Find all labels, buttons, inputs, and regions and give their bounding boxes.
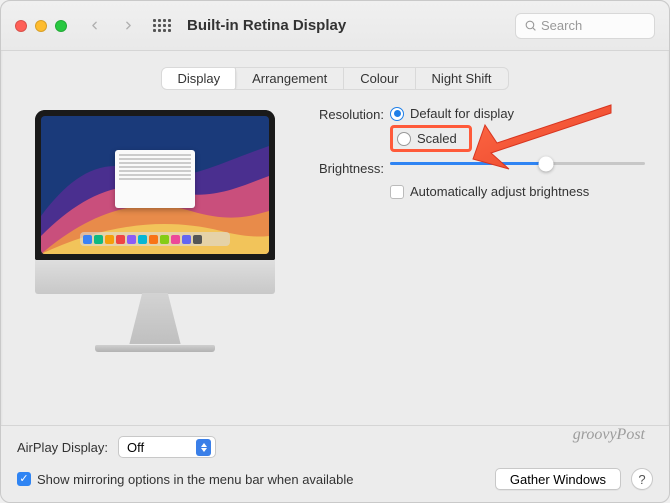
annotation-highlight: Scaled xyxy=(390,125,472,152)
settings-panel: Resolution: Default for display Scaled xyxy=(305,104,645,425)
radio-selected-icon xyxy=(390,107,404,121)
show-all-button[interactable] xyxy=(149,13,175,39)
help-button[interactable]: ? xyxy=(631,468,653,490)
search-icon xyxy=(524,19,537,32)
window-controls xyxy=(15,20,67,32)
airplay-value: Off xyxy=(127,440,144,455)
checkbox-checked-icon xyxy=(17,472,31,486)
airplay-select[interactable]: Off xyxy=(118,436,216,458)
footer: AirPlay Display: Off Show mirroring opti… xyxy=(1,425,669,502)
radio-unselected-icon xyxy=(397,132,411,146)
brightness-slider[interactable] xyxy=(390,160,645,165)
brightness-label: Brightness: xyxy=(305,160,390,176)
tabbar: Display Arrangement Colour Night Shift xyxy=(1,51,669,100)
watermark-text: groovyPost xyxy=(573,426,645,444)
checkbox-unchecked-icon xyxy=(390,185,404,199)
tab-night-shift[interactable]: Night Shift xyxy=(415,68,508,89)
display-preview xyxy=(25,104,285,425)
tab-colour[interactable]: Colour xyxy=(343,68,414,89)
search-placeholder: Search xyxy=(541,18,582,33)
tab-display[interactable]: Display xyxy=(161,67,236,90)
tab-arrangement[interactable]: Arrangement xyxy=(235,68,343,89)
preview-window-icon xyxy=(115,150,195,208)
mirroring-checkbox[interactable]: Show mirroring options in the menu bar w… xyxy=(17,472,354,487)
resolution-default-label: Default for display xyxy=(410,106,514,121)
wallpaper-preview xyxy=(41,116,269,254)
grid-icon xyxy=(153,19,171,32)
preferences-window: Built-in Retina Display Search Display A… xyxy=(0,0,670,503)
content-area: Resolution: Default for display Scaled xyxy=(1,100,669,425)
resolution-default-radio[interactable]: Default for display xyxy=(390,106,645,121)
zoom-icon[interactable] xyxy=(55,20,67,32)
search-input[interactable]: Search xyxy=(515,13,655,39)
close-icon[interactable] xyxy=(15,20,27,32)
back-button[interactable] xyxy=(81,13,107,39)
resolution-label: Resolution: xyxy=(305,106,390,122)
page-title: Built-in Retina Display xyxy=(187,17,346,34)
auto-brightness-label: Automatically adjust brightness xyxy=(410,184,589,199)
minimize-icon[interactable] xyxy=(35,20,47,32)
chevron-updown-icon xyxy=(196,439,211,456)
auto-brightness-checkbox[interactable]: Automatically adjust brightness xyxy=(390,184,645,199)
dock-preview-icon xyxy=(80,232,230,246)
gather-windows-button[interactable]: Gather Windows xyxy=(495,468,621,490)
resolution-scaled-label: Scaled xyxy=(417,131,457,146)
resolution-scaled-radio[interactable]: Scaled xyxy=(397,131,457,146)
forward-button[interactable] xyxy=(115,13,141,39)
mirroring-label: Show mirroring options in the menu bar w… xyxy=(37,472,354,487)
airplay-label: AirPlay Display: xyxy=(17,440,108,455)
toolbar: Built-in Retina Display Search xyxy=(1,1,669,51)
